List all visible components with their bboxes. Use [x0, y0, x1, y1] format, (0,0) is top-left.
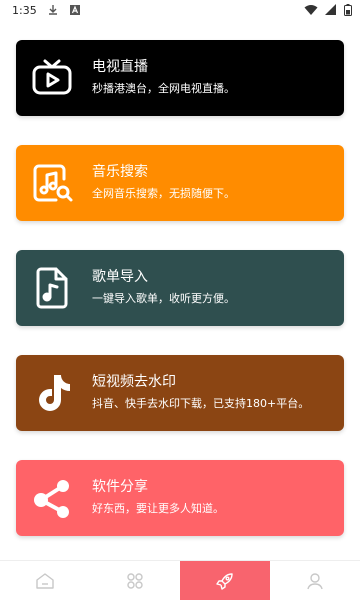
a-notification-icon [69, 4, 81, 16]
profile-icon [307, 572, 323, 589]
signal-icon [324, 4, 338, 16]
card-tv-live[interactable]: 电视直播 秒播港澳台，全网电视直播。 [16, 40, 344, 116]
playlist-file-icon [30, 266, 74, 310]
card-title: 音乐搜索 [92, 164, 148, 180]
wifi-icon [304, 4, 318, 16]
card-subtitle: 好东西，要让更多人知道。 [92, 502, 224, 515]
tiktok-icon [30, 371, 74, 415]
status-time: 1:35 [12, 3, 37, 17]
tv-icon [30, 56, 74, 100]
bottom-nav [0, 560, 360, 600]
card-subtitle: 一键导入歌单，收听更方便。 [92, 292, 235, 305]
status-bar: 1:35 [0, 0, 360, 20]
card-subtitle: 抖音、快手去水印下载，已支持180+平台。 [92, 397, 310, 410]
card-title: 软件分享 [92, 479, 148, 495]
music-search-icon [30, 161, 74, 205]
card-music-search[interactable]: 音乐搜索 全网音乐搜索，无损随便下。 [16, 145, 344, 221]
status-left: 1:35 [12, 4, 81, 17]
nav-apps[interactable] [90, 561, 180, 600]
card-watermark-removal[interactable]: 短视频去水印 抖音、快手去水印下载，已支持180+平台。 [16, 355, 344, 431]
apps-icon [127, 572, 143, 589]
card-subtitle: 全网音乐搜索，无损随便下。 [92, 187, 235, 200]
home-icon [36, 572, 54, 589]
nav-profile[interactable] [270, 561, 360, 600]
status-right [304, 4, 352, 16]
nav-discover[interactable] [180, 561, 270, 600]
card-subtitle: 秒播港澳台，全网电视直播。 [92, 82, 235, 95]
card-title: 电视直播 [92, 59, 148, 75]
rocket-icon [216, 572, 233, 590]
nav-home[interactable] [0, 561, 90, 600]
card-title: 短视频去水印 [92, 374, 176, 390]
card-title: 歌单导入 [92, 269, 148, 285]
card-software-share[interactable]: 软件分享 好东西，要让更多人知道。 [16, 460, 344, 536]
battery-icon [344, 4, 352, 16]
download-icon [47, 4, 59, 16]
share-icon [30, 476, 74, 520]
card-playlist-import[interactable]: 歌单导入 一键导入歌单，收听更方便。 [16, 250, 344, 326]
